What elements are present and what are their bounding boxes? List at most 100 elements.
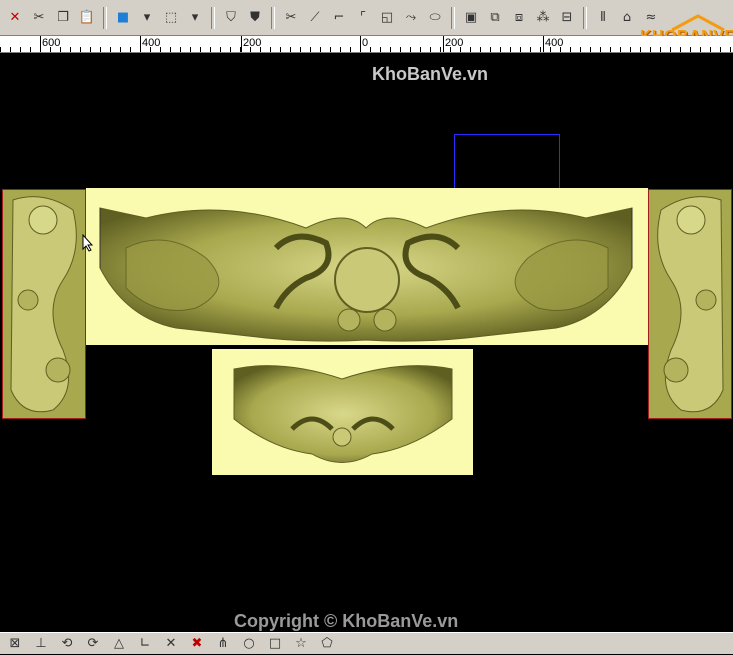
align-icon[interactable]: ⊟ bbox=[556, 7, 578, 29]
lower-relief-panel[interactable] bbox=[212, 349, 473, 475]
mouse-pointer-icon bbox=[82, 234, 94, 252]
ruler-minor-tick bbox=[290, 47, 291, 52]
cut-icon[interactable]: ✂ bbox=[28, 7, 50, 29]
cross-icon[interactable]: ✕ bbox=[160, 633, 182, 655]
ruler-minor-tick bbox=[110, 47, 111, 52]
polygon-icon[interactable]: ⬠ bbox=[316, 633, 338, 655]
triangle-icon[interactable]: △ bbox=[108, 633, 130, 655]
main-toolbar: ✕ ✂ ❐ 📋 ■ ▾ ⬚ ▾ ⛉ ⛊ ✂ ⟋ ⌐ ⌜ ◱ ⤳ ⬭ ▣ ⧉ ⧈ ⁂ ⊟ ⫴ ⌂ ≈ bbox=[0, 0, 733, 36]
shield-filled-icon[interactable]: ⛊ bbox=[244, 7, 266, 29]
ruler-minor-tick bbox=[510, 47, 511, 52]
dropdown-arrow-icon[interactable]: ▾ bbox=[184, 7, 206, 29]
ruler-minor-tick bbox=[190, 47, 191, 52]
lower-carving-relief bbox=[233, 365, 453, 463]
ruler-minor-tick bbox=[620, 47, 621, 52]
ruler-label: 600 bbox=[42, 37, 61, 49]
ruler-minor-tick bbox=[340, 47, 341, 52]
shield-icon[interactable]: ⛉ bbox=[220, 7, 242, 29]
ruler-minor-tick bbox=[410, 47, 411, 52]
square-icon[interactable]: □ bbox=[264, 633, 286, 655]
curve-icon[interactable]: ⤳ bbox=[400, 7, 422, 29]
ruler-minor-tick bbox=[440, 47, 441, 52]
ruler-minor-tick bbox=[710, 47, 711, 52]
left-column-panel[interactable] bbox=[2, 189, 86, 419]
ruler-minor-tick bbox=[480, 47, 481, 52]
ellipse-icon[interactable]: ⬭ bbox=[424, 7, 446, 29]
snap-icon[interactable]: ⊠ bbox=[4, 633, 26, 655]
ruler-minor-tick bbox=[70, 47, 71, 52]
ruler-minor-tick bbox=[100, 47, 101, 52]
circle-icon[interactable]: ○ bbox=[238, 633, 260, 655]
ruler-minor-tick bbox=[600, 47, 601, 52]
ruler-minor-tick bbox=[430, 47, 431, 52]
home-icon[interactable]: ⌂ bbox=[616, 7, 638, 29]
ruler-minor-tick bbox=[200, 47, 201, 52]
ruler-minor-tick bbox=[260, 47, 261, 52]
ruler-minor-tick bbox=[230, 47, 231, 52]
ruler-minor-tick bbox=[120, 47, 121, 52]
frame-icon[interactable]: ▣ bbox=[460, 7, 482, 29]
ruler-minor-tick bbox=[60, 47, 61, 52]
offset-icon[interactable]: ◱ bbox=[376, 7, 398, 29]
ruler-minor-tick bbox=[270, 47, 271, 52]
bottom-toolbar: ⊠ ⊥ ⟲ ⟳ △ ∟ ✕ ✖ ⋔ ○ □ ☆ ⬠ bbox=[0, 632, 733, 654]
ruler-minor-tick bbox=[450, 47, 451, 52]
group-icon[interactable]: ⧉ bbox=[484, 7, 506, 29]
ungroup-icon[interactable]: ⧈ bbox=[508, 7, 530, 29]
star-icon[interactable]: ☆ bbox=[290, 633, 312, 655]
ruler-minor-tick bbox=[390, 47, 391, 52]
ruler-minor-tick bbox=[10, 47, 11, 52]
ruler-minor-tick bbox=[590, 47, 591, 52]
ruler-label: 0 bbox=[362, 37, 369, 49]
rotate-icon[interactable]: ⟲ bbox=[56, 633, 78, 655]
ruler-minor-tick bbox=[680, 47, 681, 52]
ruler-label: 400 bbox=[142, 37, 161, 49]
mirror-icon[interactable]: ⫴ bbox=[592, 7, 614, 29]
selection-rectangle[interactable] bbox=[454, 134, 560, 189]
ruler-minor-tick bbox=[80, 47, 81, 52]
ruler-minor-tick bbox=[730, 47, 731, 52]
main-relief-panel[interactable] bbox=[86, 188, 648, 345]
ruler-minor-tick bbox=[150, 47, 151, 52]
ruler-minor-tick bbox=[580, 47, 581, 52]
right-column-panel[interactable] bbox=[648, 189, 732, 419]
paste-icon[interactable]: 📋 bbox=[76, 7, 98, 29]
dropdown-arrow-icon[interactable]: ▾ bbox=[136, 7, 158, 29]
toolbar-separator bbox=[451, 6, 455, 29]
toolbar-separator bbox=[103, 6, 107, 29]
ruler-minor-tick bbox=[350, 47, 351, 52]
ruler-label: 200 bbox=[243, 37, 262, 49]
corner-icon[interactable]: ⌐ bbox=[328, 7, 350, 29]
ruler-minor-tick bbox=[690, 47, 691, 52]
ruler-minor-tick bbox=[170, 47, 171, 52]
nodes-icon[interactable]: ⁂ bbox=[532, 7, 554, 29]
color-cube-icon[interactable]: ■ bbox=[112, 7, 134, 29]
ruler-minor-tick bbox=[700, 47, 701, 52]
copy-icon[interactable]: ❐ bbox=[52, 7, 74, 29]
ruler-minor-tick bbox=[530, 47, 531, 52]
ruler-minor-tick bbox=[720, 47, 721, 52]
node-edit-icon[interactable]: ⋔ bbox=[212, 633, 234, 655]
ruler-minor-tick bbox=[650, 47, 651, 52]
ruler-minor-tick bbox=[210, 47, 211, 52]
trim-icon[interactable]: ⟋ bbox=[304, 7, 326, 29]
scissors-icon[interactable]: ✂ bbox=[280, 7, 302, 29]
ruler-minor-tick bbox=[490, 47, 491, 52]
ruler-minor-tick bbox=[320, 47, 321, 52]
ruler-major-tick bbox=[241, 36, 242, 52]
ruler-minor-tick bbox=[630, 47, 631, 52]
ruler-minor-tick bbox=[160, 47, 161, 52]
cross-red-icon[interactable]: ✖ bbox=[186, 633, 208, 655]
ruler-minor-tick bbox=[20, 47, 21, 52]
dimension-icon[interactable]: ⊥ bbox=[30, 633, 52, 655]
delete-icon[interactable]: ✕ bbox=[4, 7, 26, 29]
line-icon[interactable]: ∟ bbox=[134, 633, 156, 655]
right-column-carving bbox=[649, 190, 731, 418]
corner-fillet-icon[interactable]: ⌜ bbox=[352, 7, 374, 29]
ruler-minor-tick bbox=[280, 47, 281, 52]
ruler-major-tick bbox=[543, 36, 544, 52]
rotate-alt-icon[interactable]: ⟳ bbox=[82, 633, 104, 655]
box-view-icon[interactable]: ⬚ bbox=[160, 7, 182, 29]
ruler-minor-tick bbox=[240, 47, 241, 52]
ruler-minor-tick bbox=[570, 47, 571, 52]
